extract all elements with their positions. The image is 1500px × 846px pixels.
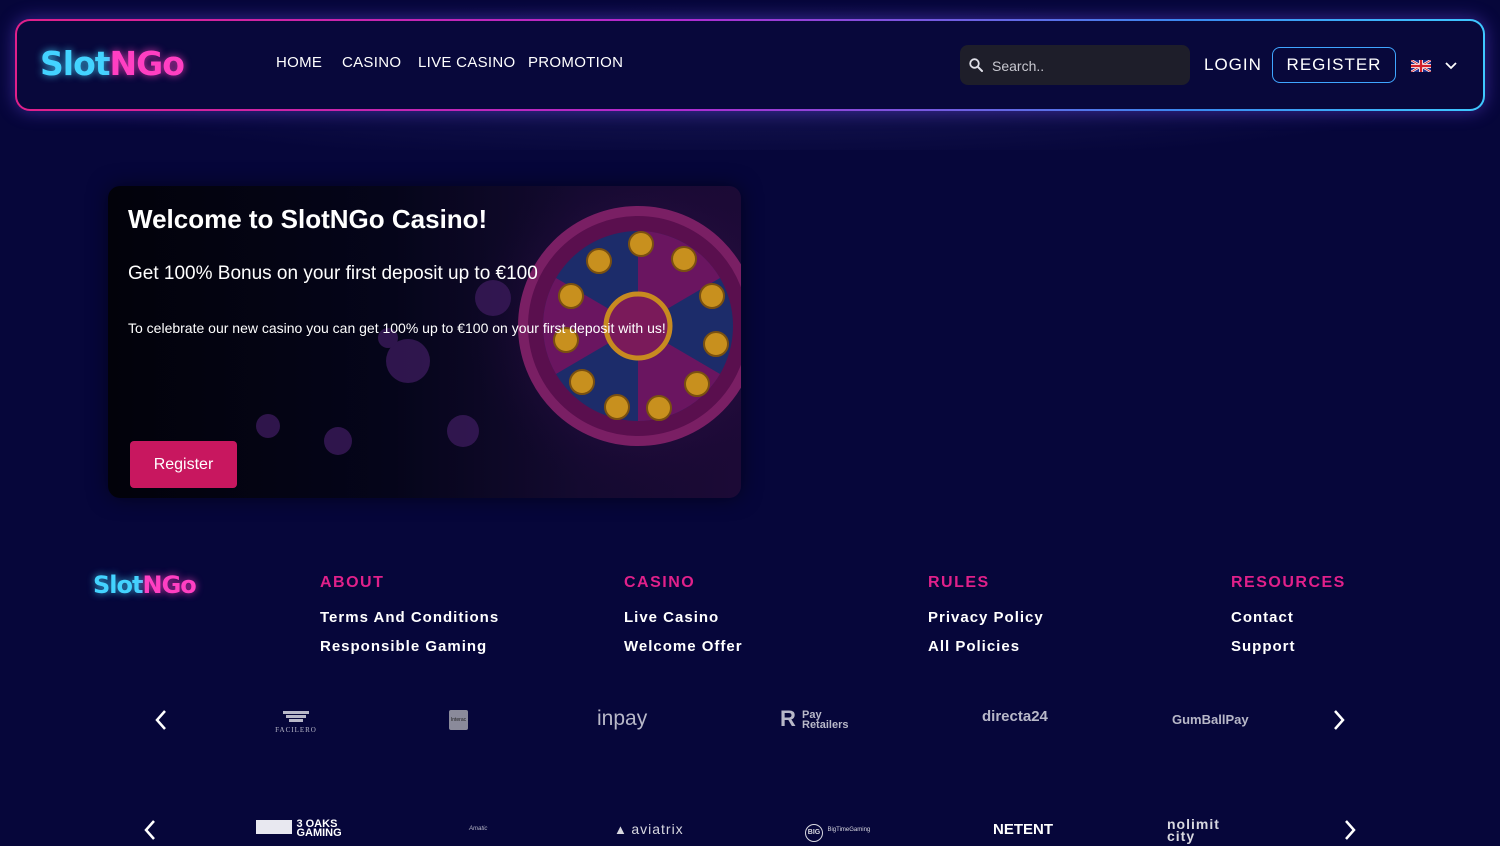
btg-mark: BIG	[805, 824, 823, 842]
footer-brand-part2: NGo	[142, 571, 196, 599]
banner-register-button[interactable]: Register	[130, 441, 237, 488]
footer-heading-about: ABOUT	[320, 574, 385, 591]
aviatrix-mark: ▲	[614, 822, 627, 837]
footer-heading-casino: CASINO	[624, 574, 696, 591]
payment-logo-interac: Interac	[449, 710, 468, 730]
register-button[interactable]: REGISTER	[1272, 47, 1396, 83]
chevron-down-icon	[1445, 62, 1457, 70]
nav-live-casino[interactable]: LIVE CASINO	[418, 54, 516, 71]
payretailers-r-mark: R	[780, 706, 796, 731]
nav-promotion[interactable]: PROMOTION	[528, 54, 623, 71]
3oaks-mark	[256, 820, 292, 834]
footer-link-support[interactable]: Support	[1231, 638, 1296, 655]
payment-logo-gumballpay: GumBallPay	[1172, 712, 1249, 727]
footer-heading-rules: RULES	[928, 574, 990, 591]
footer-link-welcome-offer[interactable]: Welcome Offer	[624, 638, 743, 655]
nolimit-text: nolimit city	[1167, 816, 1220, 844]
footer-heading-resources: RESOURCES	[1231, 574, 1346, 591]
search-icon	[969, 58, 983, 72]
uk-flag-icon	[1411, 60, 1431, 72]
login-button[interactable]: LOGIN	[1204, 55, 1262, 75]
site-header	[17, 21, 1483, 109]
promo-banner: Welcome to SlotNGo Casino! Get 100% Bonu…	[108, 186, 741, 498]
nav-casino[interactable]: CASINO	[342, 54, 401, 71]
provider-logo-netent: NETENT	[993, 821, 1053, 838]
brand-logo-part2: NGo	[109, 44, 185, 83]
interac-text: Interac	[450, 717, 467, 723]
nav-home[interactable]: HOME	[276, 54, 322, 71]
btg-text: BigTimeGaming	[827, 826, 871, 833]
footer-link-live-casino[interactable]: Live Casino	[624, 609, 719, 626]
3oaks-text: 3 OAKS GAMING	[296, 818, 342, 839]
payment-logo-inpay: inpay	[597, 707, 648, 730]
payment-logo-directa: directa24	[982, 708, 1048, 725]
footer-link-privacy-policy[interactable]: Privacy Policy	[928, 609, 1044, 626]
facilero-text: FACILERO	[275, 726, 317, 734]
payretailers-text: Pay Retailers	[802, 709, 849, 731]
aviatrix-text: aviatrix	[631, 821, 684, 837]
footer-brand-part1: Slot	[93, 571, 143, 599]
chevron-left-icon[interactable]	[140, 818, 160, 842]
language-selector[interactable]	[1410, 58, 1462, 74]
search-box[interactable]	[960, 45, 1190, 87]
banner-title: Welcome to SlotNGo Casino!	[128, 204, 488, 234]
footer-link-contact[interactable]: Contact	[1231, 609, 1294, 626]
footer-link-terms[interactable]: Terms And Conditions	[320, 609, 499, 626]
facilero-mark	[283, 711, 309, 722]
provider-logo-aviatrix: ▲ aviatrix	[614, 821, 684, 839]
banner-text: To celebrate our new casino you can get …	[128, 320, 666, 336]
brand-logo[interactable]: SlotNGo	[40, 44, 185, 83]
footer-brand-logo[interactable]: SlotNGo	[93, 571, 197, 599]
provider-logo-nolimit-city: nolimit city	[1167, 816, 1233, 846]
payment-logo-facilero: FACILERO	[272, 710, 320, 734]
search-input[interactable]	[990, 45, 1184, 87]
chevron-left-icon[interactable]	[151, 708, 171, 732]
chevron-right-icon[interactable]	[1329, 708, 1349, 732]
brand-logo-part1: Slot	[40, 44, 111, 83]
chevron-right-icon[interactable]	[1340, 818, 1360, 842]
provider-logo-amatic: Amatic	[469, 826, 488, 832]
provider-logo-3-oaks: 3 OAKS GAMING	[256, 818, 344, 839]
footer-link-responsible-gaming[interactable]: Responsible Gaming	[320, 638, 487, 655]
footer-link-all-policies[interactable]: All Policies	[928, 638, 1020, 655]
banner-subtitle: Get 100% Bonus on your first deposit up …	[128, 263, 538, 284]
provider-logo-bigtimegaming: BIG BigTimeGaming	[805, 821, 870, 842]
